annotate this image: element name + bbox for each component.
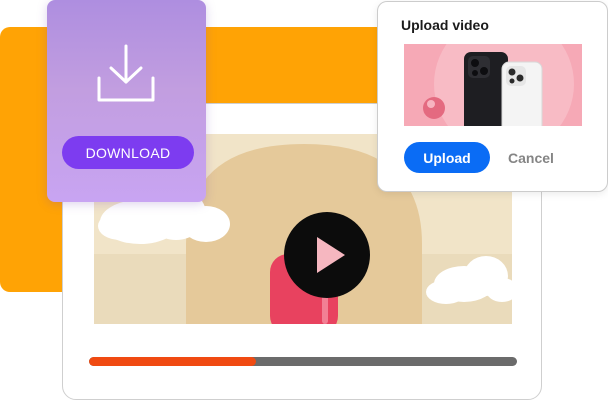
upload-video-dialog: Upload video Upload Cancel	[377, 1, 608, 192]
play-icon	[317, 237, 345, 273]
dialog-title: Upload video	[401, 17, 489, 33]
video-thumbnail	[404, 44, 582, 126]
play-button[interactable]	[284, 212, 370, 298]
download-button[interactable]: DOWNLOAD	[62, 136, 194, 169]
download-icon	[97, 44, 155, 102]
cancel-button[interactable]: Cancel	[502, 142, 560, 173]
download-card: DOWNLOAD	[47, 0, 206, 202]
progress-bar-fill	[89, 357, 256, 366]
progress-bar[interactable]	[89, 357, 517, 366]
upload-button[interactable]: Upload	[404, 142, 490, 173]
phone-product-image	[404, 44, 582, 126]
